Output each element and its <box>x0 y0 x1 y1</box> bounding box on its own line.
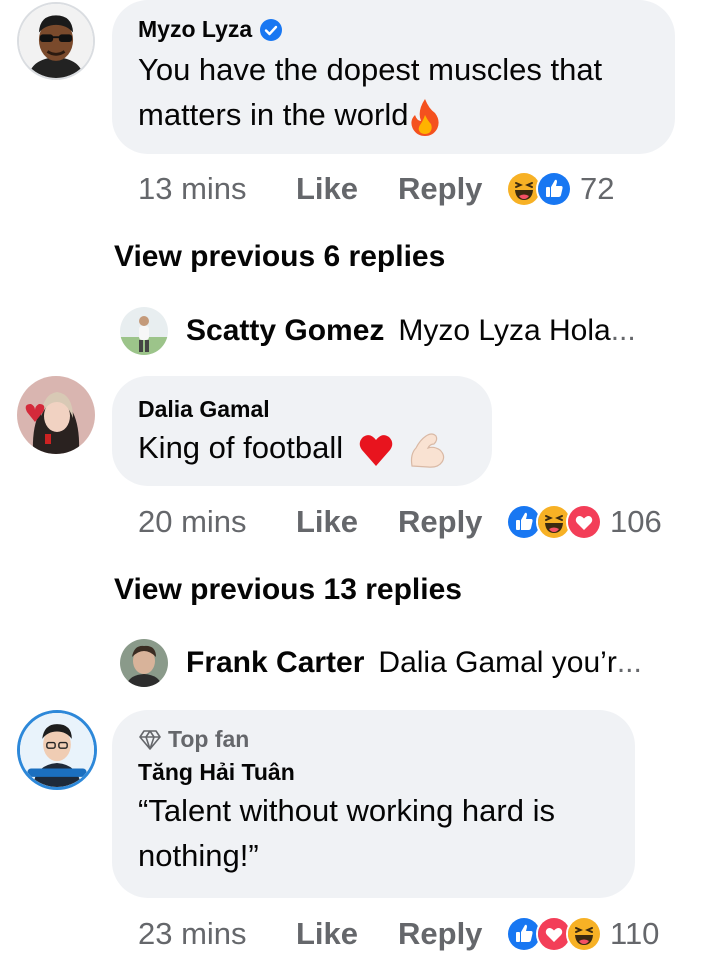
avatar-scatty-gomez <box>120 307 168 355</box>
reaction-count[interactable]: 110 <box>610 916 659 952</box>
comment-author[interactable]: Tăng Hải Tuân <box>138 759 609 786</box>
verified-badge-icon <box>260 18 283 41</box>
cartoon-man-sunglasses-icon <box>19 4 93 78</box>
top-fan-badge: Top fan <box>138 726 609 753</box>
avatar-frank-carter <box>120 639 168 687</box>
avatar-tang-hai-tuan[interactable] <box>17 710 97 790</box>
reactions-summary[interactable] <box>506 504 602 540</box>
person-standing-icon <box>120 307 168 355</box>
love-reaction-icon <box>566 504 602 540</box>
man-glasses-photo-icon <box>20 713 94 787</box>
comment-text: “Talent without working hard is nothing!… <box>138 793 555 873</box>
latest-reply-preview[interactable]: Frank Carter Dalia Gamal you’r... <box>120 638 680 688</box>
avatar-dalia-gamal[interactable] <box>17 376 95 454</box>
reply-button[interactable]: Reply <box>398 171 506 207</box>
view-previous-replies[interactable]: View previous 6 replies <box>114 240 445 274</box>
view-previous-replies[interactable]: View previous 13 replies <box>114 573 462 607</box>
comment-actions: 23 mins Like Reply 110 <box>138 914 659 954</box>
reaction-count[interactable]: 106 <box>610 504 662 540</box>
man-photo-icon <box>120 639 168 687</box>
red-heart-emoji-icon <box>359 434 392 466</box>
diamond-icon <box>139 729 161 750</box>
comment-bubble: Top fan Tăng Hải Tuân “Talent without wo… <box>112 710 635 898</box>
comment-bubble: Dalia Gamal King of football <box>112 376 492 486</box>
reaction-count[interactable]: 72 <box>580 171 614 207</box>
reply-button[interactable]: Reply <box>398 504 506 540</box>
comment-bubble: Myzo Lyza You have the dopest muscles th… <box>112 0 675 154</box>
like-button[interactable]: Like <box>296 916 398 952</box>
comment-actions: 13 mins Like Reply 72 <box>138 169 614 209</box>
reactions-summary[interactable] <box>506 171 572 207</box>
like-button[interactable]: Like <box>296 171 398 207</box>
reply-button[interactable]: Reply <box>398 916 506 952</box>
avatar-myzo-lyza[interactable] <box>17 2 95 80</box>
like-button[interactable]: Like <box>296 504 398 540</box>
comment-time[interactable]: 13 mins <box>138 171 296 207</box>
latest-reply-preview[interactable]: Scatty Gomez Myzo Lyza Hola... <box>120 306 680 356</box>
comment-text: You have the dopest muscles that matters… <box>138 47 649 137</box>
woman-hijab-photo-icon <box>17 376 95 454</box>
flexed-biceps-emoji-icon <box>411 433 445 468</box>
comment-actions: 20 mins Like Reply 106 <box>138 502 662 542</box>
comment-time[interactable]: 23 mins <box>138 916 296 952</box>
comment-text: King of football <box>138 425 466 470</box>
fire-emoji-icon <box>410 98 439 136</box>
comment-time[interactable]: 20 mins <box>138 504 296 540</box>
comment-author[interactable]: Myzo Lyza <box>138 16 649 43</box>
like-reaction-icon <box>536 171 572 207</box>
comment-author[interactable]: Dalia Gamal <box>138 396 466 423</box>
haha-reaction-icon <box>566 916 602 952</box>
reactions-summary[interactable] <box>506 916 602 952</box>
